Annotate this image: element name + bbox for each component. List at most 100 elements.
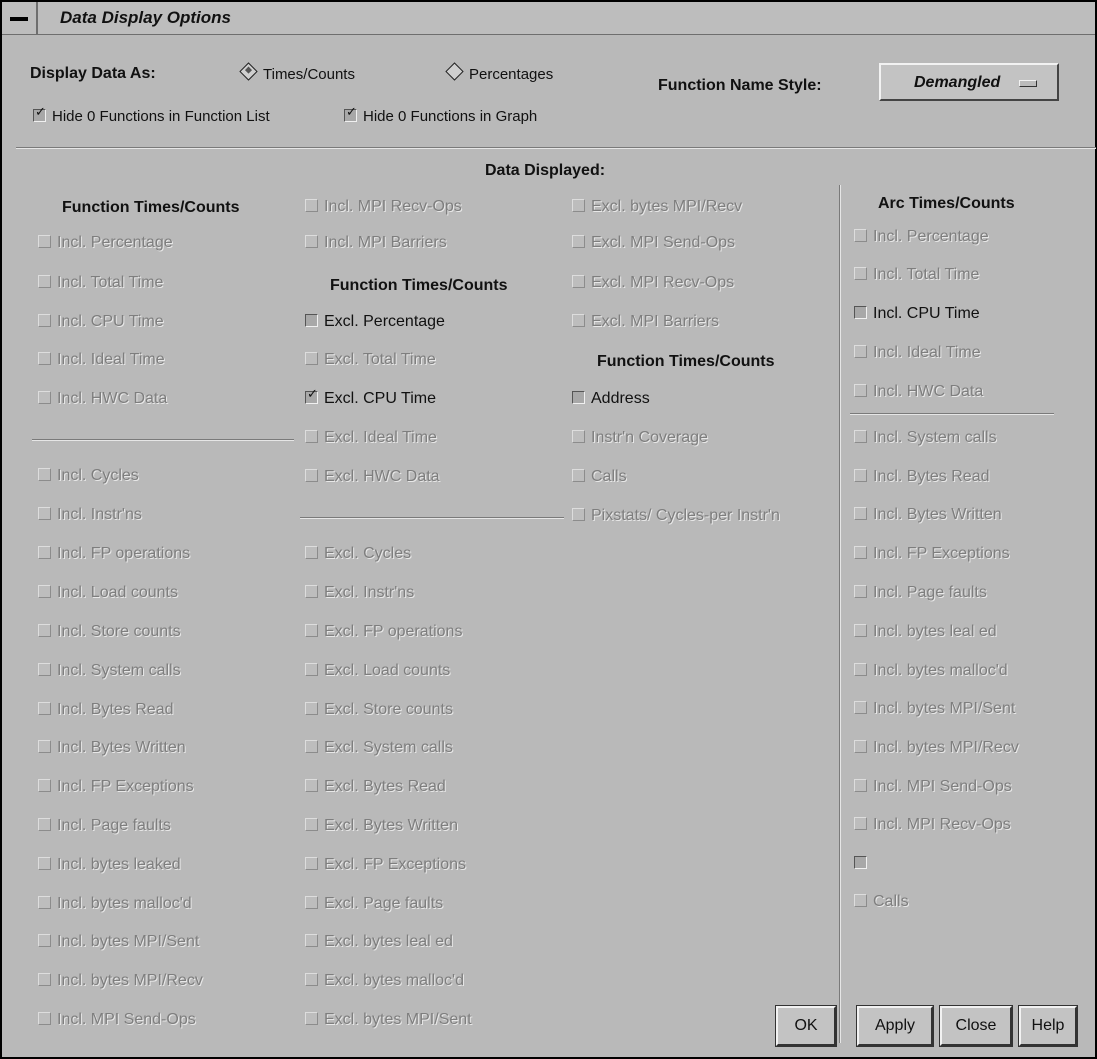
col4-checkbox-item[interactable]: Incl. FP Exceptions: [854, 545, 1010, 563]
col1-checkbox-item[interactable]: Incl. HWC Data: [38, 390, 167, 408]
col4-checkbox-item[interactable]: Incl. Page faults: [854, 584, 987, 602]
col3-checkbox-label: Calls: [591, 468, 627, 485]
col2-checkbox-item[interactable]: Excl. Load counts: [305, 662, 450, 680]
checkbox-unchecked-icon: [38, 973, 51, 986]
col2-heading: Function Times/Counts: [330, 277, 508, 294]
option-menu-indicator-icon: [1019, 80, 1037, 87]
col1-checkbox-item[interactable]: Incl. CPU Time: [38, 313, 164, 331]
col1-checkbox-item[interactable]: Incl. Store counts: [38, 623, 181, 641]
col4-checkbox-item[interactable]: Incl. bytes MPI/Sent: [854, 700, 1015, 718]
col2-checkbox-item[interactable]: Excl. FP operations: [305, 623, 462, 641]
col4-checkbox-item[interactable]: Incl. bytes leal ed: [854, 623, 997, 641]
col3-checkbox-item[interactable]: Address: [572, 390, 650, 408]
col3-checkbox-label: Address: [591, 390, 650, 407]
col4-checkbox-item[interactable]: Incl. Bytes Written: [854, 506, 1002, 524]
checkbox-unchecked-icon: [38, 702, 51, 715]
col3-checkbox-item[interactable]: Instr'n Coverage: [572, 429, 708, 447]
col1-checkbox-item[interactable]: Incl. Ideal Time: [38, 351, 165, 369]
col2-checkbox-item[interactable]: Excl. Bytes Read: [305, 778, 446, 796]
col4-checkbox-item[interactable]: Calls: [854, 893, 909, 911]
col2-checkbox-item[interactable]: Excl. Instr'ns: [305, 584, 414, 602]
checkbox-unchecked-icon: [854, 817, 867, 830]
col4-checkbox-item[interactable]: Incl. Bytes Read: [854, 468, 990, 486]
col2-checkbox-item[interactable]: Excl. Percentage: [305, 313, 445, 331]
close-button[interactable]: Close: [939, 1005, 1013, 1047]
radio-times-counts[interactable]: Times/Counts: [239, 62, 355, 83]
help-button[interactable]: Help: [1018, 1005, 1078, 1047]
col2-checkbox-item[interactable]: Excl. bytes malloc'd: [305, 972, 464, 990]
col4-checkbox-item[interactable]: Incl. CPU Time: [854, 305, 980, 323]
col2-checkbox-item[interactable]: Excl. FP Exceptions: [305, 856, 466, 874]
col4-checkbox-label: Incl. Ideal Time: [873, 344, 981, 361]
checkbox-unchecked-icon: [305, 430, 318, 443]
col1-checkbox-label: Incl. CPU Time: [57, 313, 164, 330]
col1-checkbox-item[interactable]: Incl. Bytes Written: [38, 739, 186, 757]
col1-checkbox-item[interactable]: Incl. Total Time: [38, 274, 163, 292]
col4-checkbox-item[interactable]: Incl. bytes MPI/Recv: [854, 739, 1019, 757]
data-display-options-dialog: Data Display Options Display Data As: Ti…: [0, 0, 1097, 1059]
col2-checkbox-label: Excl. Store counts: [324, 701, 453, 718]
col1-checkbox-item[interactable]: Incl. Load counts: [38, 584, 178, 602]
col4-checkbox-item[interactable]: Incl. System calls: [854, 429, 997, 447]
col4-checkbox-item[interactable]: Incl. Percentage: [854, 228, 989, 246]
hide-zero-functions-graph-checkbox[interactable]: ✓ Hide 0 Functions in Graph: [344, 105, 537, 125]
col3-checkbox-label: Excl. MPI Send-Ops: [591, 234, 736, 251]
col3-checkbox-item[interactable]: Excl. MPI Barriers: [572, 313, 719, 331]
col2-checkbox-item[interactable]: Excl. Page faults: [305, 895, 443, 913]
col1-checkbox-label: Incl. HWC Data: [57, 390, 168, 407]
col1-checkbox-item[interactable]: Incl. bytes malloc'd: [38, 895, 192, 913]
col2-checkbox-item[interactable]: Incl. MPI Recv-Ops: [305, 198, 462, 216]
col2-checkbox-item[interactable]: Incl. MPI Barriers: [305, 234, 447, 252]
col4-checkbox-item[interactable]: Incl. MPI Send-Ops: [854, 778, 1012, 796]
col1-checkbox-item[interactable]: Incl. FP operations: [38, 545, 190, 563]
col1-checkbox-item[interactable]: Incl. Cycles: [38, 467, 139, 485]
radio-percentages[interactable]: Percentages: [445, 62, 553, 83]
col4-checkbox-item[interactable]: Incl. HWC Data: [854, 383, 983, 401]
col1-checkbox-item[interactable]: Incl. bytes leaked: [38, 856, 181, 874]
col4-checkbox-label: Incl. Percentage: [873, 228, 989, 245]
col2-checkbox-item[interactable]: Excl. HWC Data: [305, 468, 440, 486]
col3-checkbox-item[interactable]: Pixstats/ Cycles-per Instr'n: [572, 507, 780, 525]
col4-checkbox-label: Incl. MPI Recv-Ops: [873, 816, 1011, 833]
apply-button[interactable]: Apply: [856, 1005, 934, 1047]
col1-checkbox-item[interactable]: Incl. MPI Send-Ops: [38, 1011, 196, 1029]
col4-checkbox-item[interactable]: [854, 855, 873, 873]
col2-checkbox-item[interactable]: Excl. bytes MPI/Sent: [305, 1011, 472, 1029]
checkbox-unchecked-icon: [38, 1012, 51, 1025]
col1-checkbox-item[interactable]: Incl. bytes MPI/Sent: [38, 933, 199, 951]
col3-checkbox-label: Excl. MPI Recv-Ops: [591, 274, 735, 291]
col1-checkbox-item[interactable]: Incl. System calls: [38, 662, 181, 680]
col1-checkbox-item[interactable]: Incl. Percentage: [38, 234, 173, 252]
checkbox-unchecked-icon: [854, 507, 867, 520]
col1-checkbox-item[interactable]: Incl. Page faults: [38, 817, 171, 835]
ok-button[interactable]: OK: [775, 1005, 837, 1047]
col1-checkbox-item[interactable]: Incl. Instr'ns: [38, 506, 142, 524]
function-name-style-menu[interactable]: Demangled: [879, 63, 1059, 101]
col2-checkbox-item[interactable]: Excl. Total Time: [305, 351, 436, 369]
col2-checkbox-item[interactable]: Excl. System calls: [305, 739, 453, 757]
col2-checkbox-item[interactable]: Excl. Bytes Written: [305, 817, 458, 835]
col2-checkbox-item[interactable]: Excl. Cycles: [305, 545, 411, 563]
col3-checkbox-label: Instr'n Coverage: [591, 429, 708, 446]
col4-checkbox-item[interactable]: Incl. bytes malloc'd: [854, 662, 1008, 680]
col2-checkbox-item[interactable]: Excl. bytes leal ed: [305, 933, 453, 951]
col2-checkbox-label: Excl. Page faults: [324, 895, 444, 912]
window-menu-button[interactable]: [2, 2, 38, 34]
col1-checkbox-item[interactable]: Incl. bytes MPI/Recv: [38, 972, 203, 990]
col1-checkbox-item[interactable]: Incl. FP Exceptions: [38, 778, 194, 796]
col2-checkbox-label: Excl. Total Time: [324, 351, 436, 368]
col3-checkbox-item[interactable]: Calls: [572, 468, 627, 486]
checkbox-unchecked-icon: [305, 469, 318, 482]
col3-checkbox-item[interactable]: Excl. MPI Recv-Ops: [572, 274, 734, 292]
col2-checkbox-item[interactable]: ✓ Excl. CPU Time: [305, 387, 436, 408]
col1-checkbox-item[interactable]: Incl. Bytes Read: [38, 701, 174, 719]
col3-checkbox-item[interactable]: Excl. bytes MPI/Recv: [572, 198, 742, 216]
col2-checkbox-item[interactable]: Excl. Ideal Time: [305, 429, 437, 447]
col4-checkbox-item[interactable]: Incl. Total Time: [854, 266, 979, 284]
col4-checkbox-item[interactable]: Incl. MPI Recv-Ops: [854, 816, 1011, 834]
hide-zero-functions-list-checkbox[interactable]: ✓ Hide 0 Functions in Function List: [33, 105, 270, 125]
col1-checkbox-label: Incl. MPI Send-Ops: [57, 1011, 196, 1028]
col4-checkbox-item[interactable]: Incl. Ideal Time: [854, 344, 981, 362]
col2-checkbox-item[interactable]: Excl. Store counts: [305, 701, 453, 719]
col3-checkbox-item[interactable]: Excl. MPI Send-Ops: [572, 234, 735, 252]
